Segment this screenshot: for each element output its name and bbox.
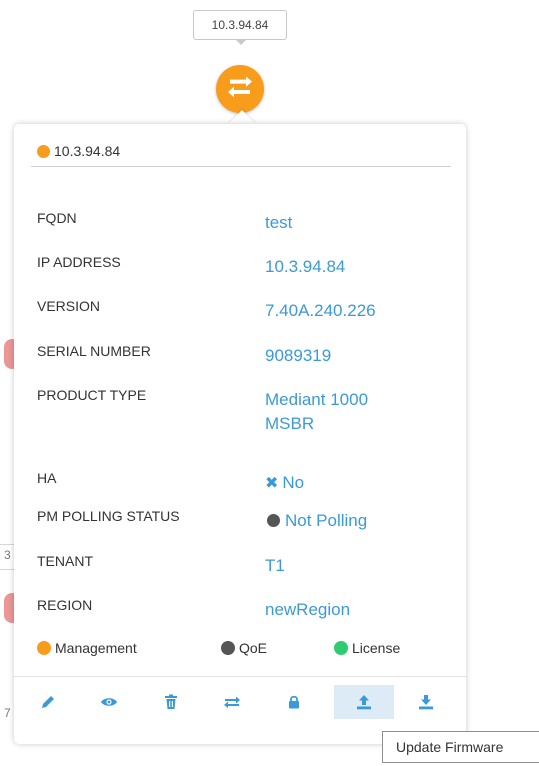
status-legend: Management QoE License (37, 640, 457, 660)
status-dot-icon (267, 514, 280, 527)
download-button[interactable] (396, 685, 456, 719)
field-value[interactable]: 10.3.94.84 (265, 255, 465, 279)
field-value[interactable]: ✖ No (265, 471, 465, 496)
lock-icon (289, 695, 299, 709)
field-value[interactable]: Mediant 1000 MSBR (265, 388, 465, 436)
device-node[interactable] (216, 65, 264, 113)
field-label: REGION (37, 597, 93, 613)
legend-item-management: Management (37, 640, 137, 656)
legend-item-qoe: QoE (221, 640, 267, 656)
tooltip-update-firmware: Update Firmware (382, 731, 539, 763)
field-label: VERSION (37, 298, 101, 314)
trash-icon (165, 694, 177, 709)
popup-header: 10.3.94.84 (31, 142, 451, 167)
legend-dot-icon (334, 641, 348, 655)
lock-button[interactable] (264, 685, 324, 719)
pm-polling-value-text: Not Polling (285, 511, 368, 530)
status-dot-icon (37, 145, 50, 158)
field-label: FQDN (37, 210, 77, 226)
ha-value-text: No (282, 473, 305, 492)
field-value[interactable]: T1 (265, 554, 465, 578)
topology-canvas[interactable]: 3 7 10.3.94.84 10.3.94.84 FQDN test IP A… (0, 0, 539, 766)
node-label-pointer (236, 40, 246, 45)
move-button[interactable] (202, 685, 262, 719)
field-value[interactable]: 7.40A.240.226 (265, 299, 465, 323)
legend-label: License (352, 640, 401, 656)
legend-label: Management (55, 640, 137, 656)
field-value[interactable]: newRegion (265, 598, 465, 622)
exchange-arrows-icon (228, 76, 252, 98)
field-label: IP ADDRESS (37, 254, 121, 270)
field-label: PM POLLING STATUS (37, 508, 180, 524)
edit-button[interactable] (18, 685, 78, 719)
download-icon (419, 695, 433, 710)
field-value[interactable]: test (265, 211, 465, 235)
field-value[interactable]: 9089319 (265, 344, 465, 368)
field-value-line: Mediant 1000 (265, 390, 369, 409)
field-label: HA (37, 470, 57, 486)
delete-button[interactable] (141, 685, 201, 719)
field-label: TENANT (37, 553, 93, 569)
device-details-popup: 10.3.94.84 FQDN test IP ADDRESS 10.3.94.… (14, 124, 466, 744)
popup-pointer (228, 110, 256, 124)
legend-dot-icon (37, 641, 51, 655)
view-button[interactable] (79, 685, 139, 719)
upload-icon (357, 695, 371, 710)
popup-title: 10.3.94.84 (54, 143, 121, 159)
eye-icon (101, 698, 117, 706)
field-value-line: MSBR (265, 414, 315, 433)
node-label: 10.3.94.84 (193, 10, 287, 40)
update-firmware-button[interactable] (334, 685, 394, 719)
background-fragment-text: 3 (4, 548, 11, 562)
field-value[interactable]: Not Polling (267, 509, 467, 533)
field-label: PRODUCT TYPE (37, 387, 147, 403)
legend-dot-icon (221, 641, 235, 655)
background-fragment-text: 7 (4, 706, 11, 720)
legend-item-license: License (334, 640, 400, 656)
legend-label: QoE (239, 640, 268, 656)
swap-arrows-icon (224, 696, 240, 708)
field-label: SERIAL NUMBER (37, 343, 151, 359)
x-icon: ✖ (265, 475, 279, 492)
pencil-icon (42, 696, 54, 708)
